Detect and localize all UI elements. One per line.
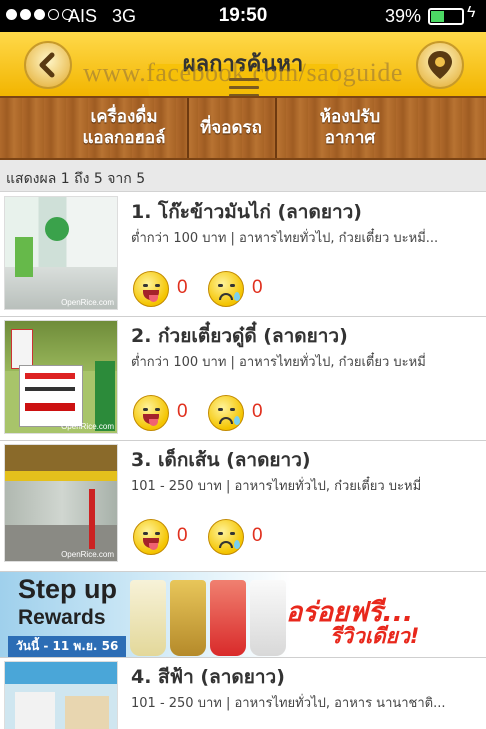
list-item[interactable]: 4. สีฟ้า (ลาดยาว) 101 - 250 บาท | อาหารไ… xyxy=(0,658,486,729)
list-item[interactable]: OpenRice.com 1. โก๊ะข้าวมันไก่ (ลาดยาว) … xyxy=(0,193,486,317)
status-bar: AIS 3G 19:50 39% ϟ xyxy=(0,0,486,32)
dislike-count: 0 xyxy=(252,525,263,546)
list-item[interactable]: OpenRice.com 3. เด็กเส้น (ลาดยาว) 101 - … xyxy=(0,441,486,572)
restaurant-description: ต่ำกว่า 100 บาท | อาหารไทยทั่วไป, ก๋วยเต… xyxy=(131,355,426,370)
sad-face-icon[interactable] xyxy=(208,271,244,307)
restaurant-photo: OpenRice.com xyxy=(4,196,118,310)
map-button[interactable] xyxy=(416,41,464,89)
results-count: แสดงผล 1 ถึง 5 จาก 5 xyxy=(0,160,486,192)
like-count: 0 xyxy=(177,525,188,546)
like-count: 0 xyxy=(177,401,188,422)
sad-face-icon[interactable] xyxy=(208,395,244,431)
restaurant-name: 4. สีฟ้า (ลาดยาว) xyxy=(131,666,285,688)
restaurant-name: 1. โก๊ะข้าวมันไก่ (ลาดยาว) xyxy=(131,201,362,223)
photo-credit: OpenRice.com xyxy=(61,422,114,431)
banner-date: วันนี้ - 11 พ.ย. 56 xyxy=(8,636,127,657)
yummy-face-icon[interactable] xyxy=(133,271,169,307)
restaurant-photo: OpenRice.com xyxy=(4,320,118,434)
category-air-conditioning[interactable]: ห้องปรับ อากาศ xyxy=(300,98,400,158)
promo-banner[interactable]: Step up Rewards วันนี้ - 11 พ.ย. 56 อร่อ… xyxy=(0,572,486,658)
photo-credit: OpenRice.com xyxy=(61,298,114,307)
category-bar: เครื่องดื่ม แอลกอฮอล์ ที่จอดรถ ห้องปรับ … xyxy=(0,96,486,160)
list-item[interactable]: OpenRice.com 2. ก๋วยเตี๋ยวดู๋ดี๋ (ลาดยาว… xyxy=(0,317,486,441)
drink-cups-image xyxy=(130,580,286,656)
restaurant-name: 3. เด็กเส้น (ลาดยาว) xyxy=(131,449,311,471)
restaurant-description: ต่ำกว่า 100 บาท | อาหารไทยทั่วไป, ก๋วยเต… xyxy=(131,231,439,246)
like-count: 0 xyxy=(177,277,188,298)
yummy-face-icon[interactable] xyxy=(133,519,169,555)
banner-subheadline: Rewards xyxy=(18,606,106,629)
restaurant-name: 2. ก๋วยเตี๋ยวดู๋ดี๋ (ลาดยาว) xyxy=(131,325,348,347)
restaurant-description: 101 - 250 บาท | อาหารไทยทั่วไป, อาหาร นา… xyxy=(131,696,446,711)
restaurant-description: 101 - 250 บาท | อาหารไทยทั่วไป, ก๋วยเตี๋… xyxy=(131,479,422,494)
category-alcohol[interactable]: เครื่องดื่ม แอลกอฮอล์ xyxy=(62,98,186,158)
sad-face-icon[interactable] xyxy=(208,519,244,555)
photo-credit: OpenRice.com xyxy=(61,550,114,559)
dislike-count: 0 xyxy=(252,401,263,422)
battery-icon xyxy=(428,8,464,25)
divider xyxy=(275,98,277,158)
location-pin-icon xyxy=(428,51,452,79)
banner-promo-subtext: รีวิวเดียว! xyxy=(330,624,420,648)
restaurant-photo xyxy=(4,661,118,729)
restaurant-photo: OpenRice.com xyxy=(4,444,118,562)
dislike-count: 0 xyxy=(252,277,263,298)
charging-icon: ϟ xyxy=(467,4,476,21)
category-parking[interactable]: ที่จอดรถ xyxy=(188,98,274,158)
battery-percent: 39% xyxy=(385,6,422,26)
yummy-face-icon[interactable] xyxy=(133,395,169,431)
banner-headline: Step up xyxy=(18,574,117,604)
